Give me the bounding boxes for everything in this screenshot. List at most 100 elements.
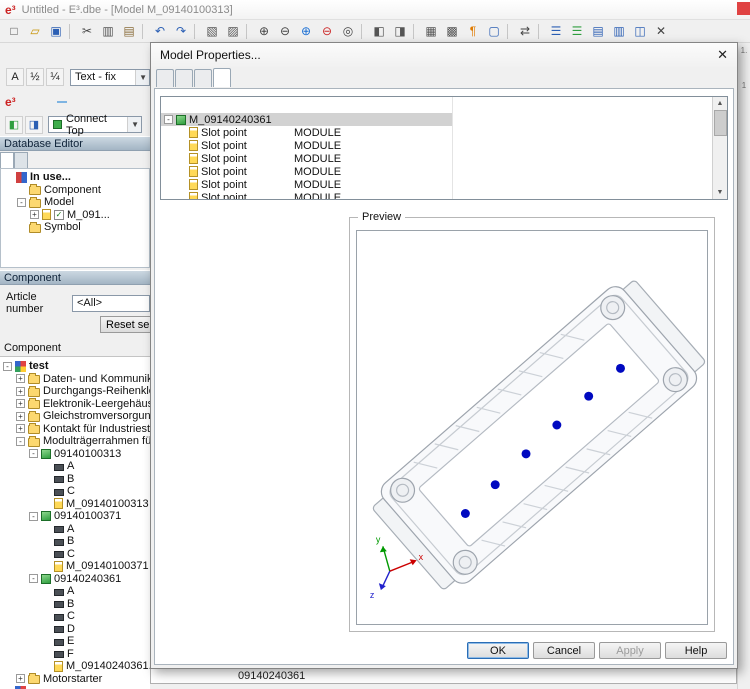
tree-expander[interactable]: +: [16, 399, 25, 409]
grid-icon[interactable]: ▦: [421, 22, 441, 41]
slot-point-row[interactable]: Slot point MODULE: [161, 139, 452, 152]
tree-expander[interactable]: -: [29, 511, 38, 521]
tree-item-kontakt[interactable]: + ✓ Kontakt für Industriesteck...: [0, 423, 150, 436]
tree-item-m-09140100313[interactable]: ✓ M_09140100313: [0, 498, 150, 511]
slot-point-row[interactable]: Slot point MODULE: [161, 165, 452, 178]
scroll-down-icon[interactable]: ▼: [717, 186, 724, 199]
db-item-model[interactable]: - ✓ Model: [1, 196, 149, 209]
tree-item-gleichstrom[interactable]: + ✓ Gleichstromversorgung: [0, 410, 150, 423]
tree-item-c[interactable]: ✓ C: [0, 485, 150, 498]
redo-icon[interactable]: ↷: [171, 22, 191, 41]
menu-view[interactable]: [46, 101, 56, 103]
dialog-tab-shape[interactable]: [175, 69, 193, 87]
right-strip-item[interactable]: 1.: [738, 46, 750, 55]
toolbar-button[interactable]: [142, 23, 147, 39]
slot-root-row[interactable]: - M_09140240361: [161, 113, 452, 126]
menu-file[interactable]: [24, 101, 34, 103]
tree-item-09140100371[interactable]: - ✓ 09140100371: [0, 510, 150, 523]
connector-side-icon[interactable]: ◨: [25, 115, 43, 134]
zoom-out-icon[interactable]: ⊖: [275, 22, 295, 41]
cascade-icon[interactable]: ◫: [630, 22, 650, 41]
tree-item-m-09140100371[interactable]: ✓ M_09140100371: [0, 560, 150, 573]
zoom-fit-icon[interactable]: ◎: [338, 22, 358, 41]
plot-icon[interactable]: ▨: [223, 22, 243, 41]
tree-item-motorstarter[interactable]: + ✓ Motorstarter: [0, 673, 150, 686]
toolbar-button[interactable]: [361, 23, 366, 39]
zoom-remove-icon[interactable]: ⊖: [317, 22, 337, 41]
toolbar-button[interactable]: [538, 23, 543, 39]
dialog-tab-model[interactable]: [156, 69, 174, 87]
close-icon[interactable]: ✕: [704, 47, 728, 63]
toolbar-button[interactable]: [507, 23, 512, 39]
reset-search-button[interactable]: Reset se: [100, 316, 150, 333]
copy-icon[interactable]: ▥: [98, 22, 118, 41]
tree-expander[interactable]: +: [16, 386, 25, 396]
tab-component-symbol[interactable]: [0, 152, 14, 168]
tree-item-09140100313[interactable]: - ✓ 09140100313: [0, 448, 150, 461]
connector-top-icon[interactable]: ◧: [5, 115, 23, 134]
tree-item-elektronik[interactable]: + ✓ Elektronik-Leergehäuse: [0, 398, 150, 411]
toolbar-button[interactable]: [194, 23, 199, 39]
snap-icon[interactable]: ▩: [442, 22, 462, 41]
dialog-tab-model-pins[interactable]: [194, 69, 212, 87]
menu-insert[interactable]: [56, 101, 67, 103]
toolbar-button[interactable]: [69, 23, 74, 39]
tree-item-c[interactable]: ✓ C: [0, 548, 150, 561]
db-item-symbol[interactable]: ✓ Symbol: [1, 221, 149, 234]
tree-expander[interactable]: +: [16, 674, 25, 684]
zoom-in-icon[interactable]: ⊕: [254, 22, 274, 41]
save-icon[interactable]: ▣: [46, 22, 66, 41]
tree-item-e[interactable]: ✓ E: [0, 635, 150, 648]
apply-button[interactable]: Apply: [599, 642, 661, 659]
paste-icon[interactable]: ▤: [119, 22, 139, 41]
scroll-up-icon[interactable]: ▲: [717, 97, 724, 110]
menu-edit[interactable]: [35, 101, 45, 103]
text-style-combo[interactable]: Text - fix ▼: [70, 68, 150, 86]
tree-item-durchgangs[interactable]: + ✓ Durchgangs-Reihenklemm...: [0, 385, 150, 398]
tree-expander[interactable]: +: [16, 424, 25, 434]
db-item-in-use[interactable]: ✓ In use...: [1, 171, 149, 184]
tab-info[interactable]: [14, 152, 28, 168]
toolbar-button[interactable]: [246, 23, 251, 39]
db-item-model-file[interactable]: + ✓ M_091...: [1, 209, 149, 222]
zoom-select-icon[interactable]: ⊕: [296, 22, 316, 41]
tile-horizontal-icon[interactable]: ▤: [588, 22, 608, 41]
database-editor-header[interactable]: Database Editor: [0, 136, 150, 151]
help-button[interactable]: Help: [665, 642, 727, 659]
cut-icon[interactable]: ✂: [77, 22, 97, 41]
tree-item-a[interactable]: ✓ A: [0, 523, 150, 536]
window-close-button[interactable]: [737, 2, 750, 15]
tree-expander[interactable]: -: [164, 115, 173, 124]
tree-item-b[interactable]: ✓ B: [0, 473, 150, 486]
print-icon[interactable]: ▧: [202, 22, 222, 41]
text-quarter-icon[interactable]: ¼: [46, 68, 64, 86]
paragraph-icon[interactable]: ¶: [463, 22, 483, 41]
tree-item-b[interactable]: ✓ B: [0, 598, 150, 611]
toolbar-button[interactable]: [413, 23, 418, 39]
slot-point-row[interactable]: Slot point MODULE: [161, 126, 452, 139]
tree-item-modultraeger[interactable]: - ✓ Modulträgerrahmen für In...: [0, 435, 150, 448]
tree-expander[interactable]: +: [16, 411, 25, 421]
new-file-icon[interactable]: □: [4, 22, 24, 41]
swap-icon[interactable]: ⇄: [515, 22, 535, 41]
tree-item-daten[interactable]: + ✓ Daten- und Kommunikatio...: [0, 373, 150, 386]
tree-item-a[interactable]: ✓ A: [0, 585, 150, 598]
tree-expander[interactable]: -: [17, 197, 26, 207]
undo-icon[interactable]: ↶: [150, 22, 170, 41]
tree-item-d[interactable]: ✓ D: [0, 623, 150, 636]
tree-expander[interactable]: -: [29, 574, 38, 584]
slot-point-row[interactable]: Slot point MODULE: [161, 191, 452, 199]
tree-item-b[interactable]: ✓ B: [0, 535, 150, 548]
preview-3d-view[interactable]: y x z: [356, 230, 708, 625]
dialog-tab-slots-pins[interactable]: [213, 68, 231, 87]
text-tool-icon[interactable]: A: [6, 68, 24, 86]
scale-right-icon[interactable]: ◨: [390, 22, 410, 41]
tree-expander[interactable]: +: [30, 210, 39, 220]
tree-expander[interactable]: -: [29, 449, 38, 459]
component-panel-header[interactable]: Component: [0, 270, 150, 285]
tree-expander[interactable]: -: [3, 361, 12, 371]
tree-item-a[interactable]: ✓ A: [0, 460, 150, 473]
tree-item-c[interactable]: ✓ C: [0, 610, 150, 623]
text-half-icon[interactable]: ½: [26, 68, 44, 86]
slot-point-row[interactable]: Slot point MODULE: [161, 152, 452, 165]
